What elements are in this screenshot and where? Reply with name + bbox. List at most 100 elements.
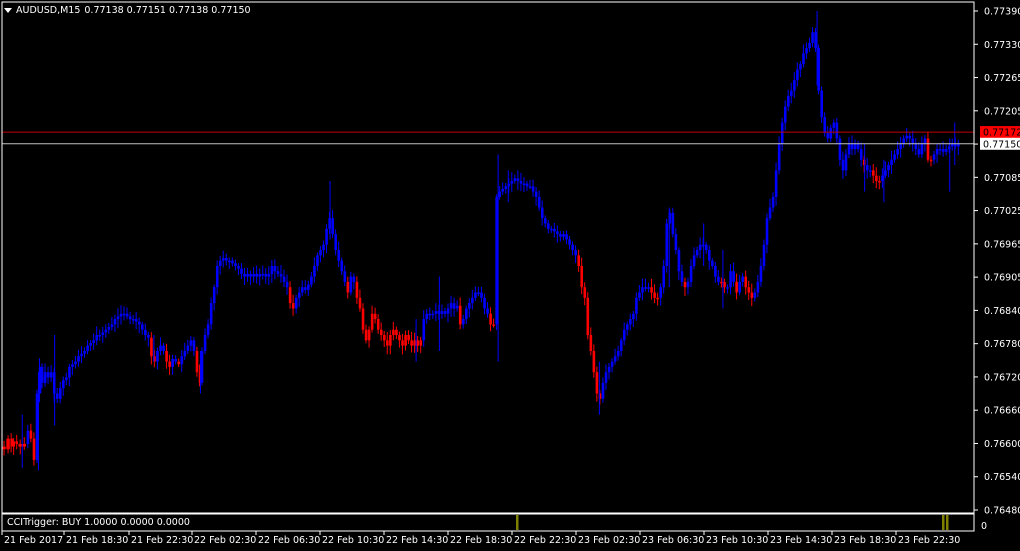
candle-body (162, 345, 165, 351)
candle-body (95, 335, 99, 341)
candle-body (355, 281, 359, 298)
candle-body (607, 366, 611, 373)
price-tick-label: 0.77085 (984, 173, 1020, 184)
candle-body (677, 250, 681, 272)
candle-body (255, 273, 259, 277)
candle-body (419, 340, 423, 346)
candle-body (141, 324, 144, 330)
candle-body (510, 180, 514, 184)
candle-body (841, 159, 845, 171)
candle-body (622, 329, 626, 341)
candle-body (483, 297, 486, 309)
candle-body (777, 143, 781, 171)
candle-body (131, 319, 135, 321)
candle-body (559, 234, 562, 237)
candle-body (717, 276, 720, 282)
candle-body (799, 64, 802, 70)
candle-body (650, 287, 653, 293)
candle-body (540, 207, 544, 219)
time-tick-label: 22 Feb 14:30 (386, 535, 448, 546)
time-tick-label: 21 Feb 22:30 (131, 535, 193, 546)
candle-body (489, 313, 492, 325)
candle-body (237, 265, 240, 269)
candle-body (914, 143, 918, 150)
candle-body (844, 154, 848, 171)
candle-body (373, 313, 377, 320)
candle-body (768, 207, 772, 219)
price-chart[interactable]: 0.773900.773300.772650.772050.771450.770… (0, 0, 1020, 551)
candle-body (234, 263, 237, 266)
candle-body (174, 358, 178, 362)
candle-body (270, 265, 274, 274)
candle-body (258, 273, 262, 277)
candle-body (449, 303, 453, 309)
candle-body (820, 90, 823, 118)
candle-body (911, 138, 915, 144)
candle-body (367, 329, 371, 341)
candle-body (647, 287, 650, 289)
candle-body (228, 260, 231, 263)
candle-body (310, 276, 313, 285)
candle-body (908, 135, 912, 139)
candle-body (665, 223, 669, 266)
candle-body (917, 149, 921, 155)
candle-body (786, 95, 790, 107)
candle-body (823, 117, 827, 134)
price-tick-label: 0.77330 (984, 40, 1020, 51)
candle-body (186, 345, 190, 351)
candle-body (595, 372, 599, 394)
candle-body (461, 319, 465, 325)
time-tick-label: 22 Feb 02:30 (194, 535, 256, 546)
price-tick-label: 0.76965 (984, 239, 1020, 250)
candle-body (522, 183, 526, 186)
candle-body (12, 441, 16, 447)
candle-body (528, 186, 532, 188)
candle-body (653, 292, 656, 298)
price-tick-label: 0.76660 (984, 406, 1020, 417)
candle-body (15, 441, 19, 444)
candle-body (723, 281, 726, 288)
candle-body (516, 178, 520, 181)
candle-body (495, 196, 498, 325)
candle-body (698, 244, 702, 251)
candle-body (200, 350, 204, 383)
candle-body (398, 335, 401, 341)
candle-body (686, 281, 690, 288)
candle-body (808, 42, 811, 49)
candle-body (267, 273, 271, 277)
chart-header: AUDUSD,M15 0.77138 0.77151 0.77138 0.771… (4, 5, 251, 16)
candle-body (738, 281, 741, 293)
chevron-down-icon[interactable] (4, 8, 12, 13)
candle-body (203, 335, 207, 351)
candle-body (49, 372, 53, 378)
candle-body (206, 324, 210, 336)
candle-body (364, 329, 368, 341)
candle-body (276, 271, 280, 274)
candle-body (134, 319, 138, 322)
candle-body (410, 340, 413, 346)
candle-body (613, 356, 617, 362)
candle-body (59, 388, 62, 399)
candle-body (334, 234, 337, 251)
candle-body (525, 183, 529, 187)
price-tick-label: 0.76600 (984, 439, 1020, 450)
candle-body (847, 143, 851, 155)
candle-body (720, 281, 723, 284)
candle-body (601, 382, 605, 399)
candle-body (144, 329, 147, 336)
candle-body (935, 149, 939, 155)
time-tick-label: 22 Feb 18:30 (450, 535, 512, 546)
candle-body (480, 292, 483, 298)
candle-body (550, 228, 553, 231)
candle-body (455, 305, 459, 309)
candle-body (571, 244, 574, 251)
time-tick-label: 21 Feb 2017 (4, 535, 63, 546)
time-tick-label: 23 Feb 10:30 (706, 535, 768, 546)
candle-body (26, 430, 30, 444)
candle-body (147, 335, 150, 338)
candle-body (215, 265, 219, 288)
candle-body (346, 281, 350, 293)
candle-body (218, 260, 222, 266)
candle-body (159, 345, 162, 351)
candle-body (383, 335, 386, 341)
